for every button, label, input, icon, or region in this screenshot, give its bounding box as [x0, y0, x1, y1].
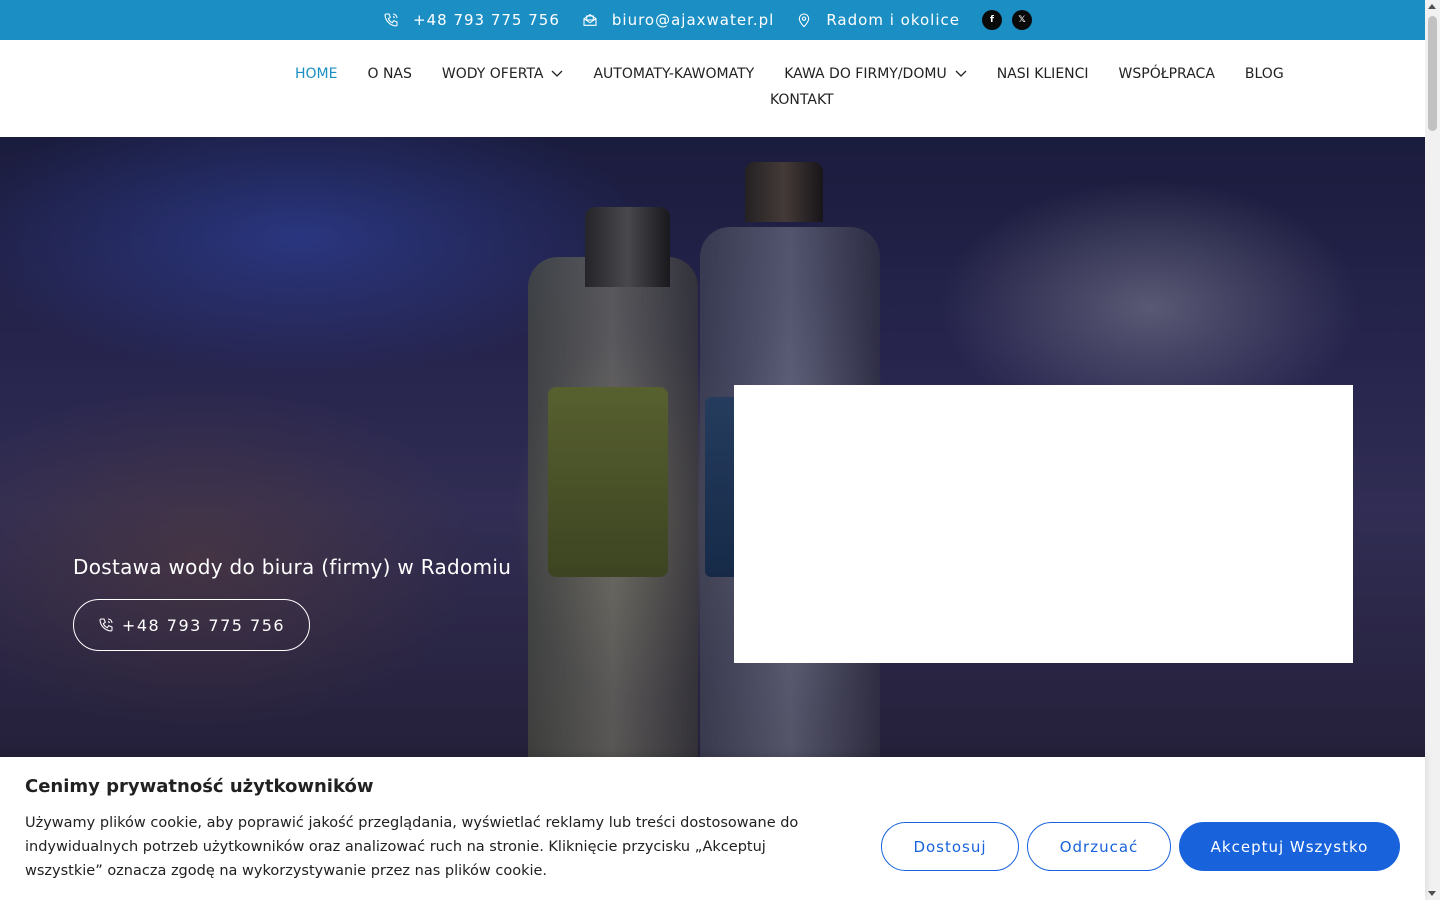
- topbar-phone[interactable]: +48 793 775 756: [383, 11, 560, 29]
- cookie-banner-title: Cenimy prywatność użytkowników: [25, 776, 374, 797]
- nav-menu: HOME O NAS WODY OFERTA AUTOMATY-KAWOMATY…: [295, 66, 1314, 82]
- x-twitter-icon[interactable]: 𝕏: [1011, 10, 1032, 30]
- nav-item-kawa-do-firmy-domu[interactable]: KAWA DO FIRMY/DOMU: [784, 66, 967, 82]
- nav-item-label: AUTOMATY-KAWOMATY: [593, 66, 755, 82]
- nav-item-nasi-klienci[interactable]: NASI KLIENCI: [997, 66, 1089, 82]
- nav-item-label: BLOG: [1244, 66, 1284, 82]
- scroll-up-arrow-icon[interactable]: [1428, 4, 1436, 9]
- chevron-down-icon: [551, 70, 563, 78]
- hero-call-button-label: +48 793 775 756: [121, 615, 286, 635]
- nav-item-label: NASI KLIENCI: [996, 66, 1089, 82]
- scroll-down-arrow-icon[interactable]: [1428, 891, 1436, 896]
- map-pin-icon: [799, 13, 810, 28]
- topbar-email[interactable]: biuro@ajaxwater.pl: [582, 11, 774, 29]
- cookie-reject-button[interactable]: Odrzucać: [1027, 822, 1171, 871]
- nav-item-label: HOME: [295, 66, 338, 82]
- nav-item-label: KAWA DO FIRMY/DOMU: [784, 66, 947, 82]
- topbar-email-text: biuro@ajaxwater.pl: [611, 11, 775, 29]
- nav-item-label: WSPÓŁPRACA: [1118, 66, 1215, 82]
- top-info-bar: +48 793 775 756 biuro@ajaxwater.pl Radom…: [0, 0, 1425, 40]
- main-navigation: HOME O NAS WODY OFERTA AUTOMATY-KAWOMATY…: [0, 40, 1425, 137]
- nav-item-label: O NAS: [367, 66, 412, 82]
- cookie-consent-banner: Cenimy prywatność użytkowników Używamy p…: [0, 757, 1425, 900]
- nav-item-wody-oferta[interactable]: WODY OFERTA: [442, 66, 564, 82]
- page-scrollbar[interactable]: [1425, 0, 1440, 900]
- nav-item-label: WODY OFERTA: [441, 66, 544, 82]
- cookie-accept-all-button[interactable]: Akceptuj Wszystko: [1179, 822, 1400, 871]
- topbar-phone-text: +48 793 775 756: [413, 11, 560, 29]
- chevron-down-icon: [955, 70, 967, 78]
- nav-item-automaty-kawomaty[interactable]: AUTOMATY-KAWOMATY: [593, 66, 754, 82]
- nav-item-kontakt[interactable]: KONTAKT: [770, 92, 834, 108]
- cookie-customize-button[interactable]: Dostosuj: [881, 822, 1019, 871]
- nav-item-o-nas[interactable]: O NAS: [367, 66, 411, 82]
- envelope-icon: [583, 14, 597, 26]
- nav-item-blog[interactable]: BLOG: [1245, 66, 1284, 82]
- nav-item-home[interactable]: HOME: [295, 66, 337, 82]
- video-embed-placeholder[interactable]: [734, 385, 1353, 663]
- hero-title: Dostawa wody do biura (firmy) w Radomiu: [73, 555, 512, 579]
- phone-icon: [384, 13, 398, 27]
- cookie-banner-text: Używamy plików cookie, aby poprawić jako…: [25, 815, 799, 879]
- phone-icon: [99, 618, 113, 632]
- facebook-icon[interactable]: f: [981, 10, 1002, 30]
- topbar-location: Radom i okolice: [796, 11, 960, 29]
- scrollbar-thumb[interactable]: [1428, 16, 1437, 131]
- nav-item-wspolpraca[interactable]: WSPÓŁPRACA: [1119, 66, 1215, 82]
- topbar-location-text: Radom i okolice: [826, 11, 960, 29]
- hero-call-button[interactable]: +48 793 775 756: [73, 599, 310, 651]
